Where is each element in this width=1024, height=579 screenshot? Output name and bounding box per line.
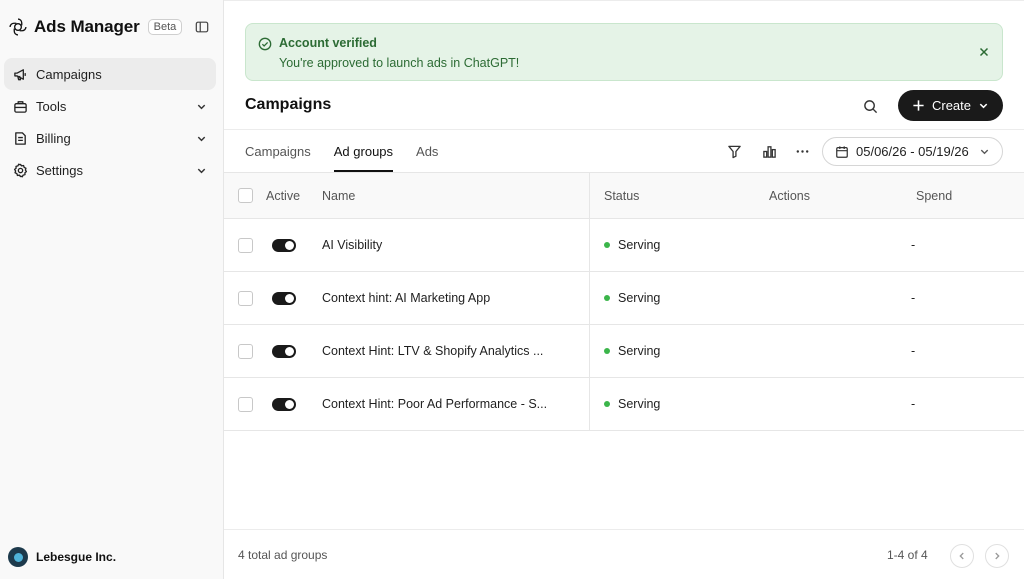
status-label: Serving bbox=[618, 344, 661, 358]
sidebar-item-billing[interactable]: Billing bbox=[4, 122, 216, 154]
status-dot bbox=[604, 348, 610, 354]
active-toggle[interactable] bbox=[272, 344, 296, 358]
banner-title: Account verified bbox=[279, 36, 377, 50]
row-name[interactable]: AI Visibility bbox=[322, 219, 382, 271]
brand: Ads Manager Beta bbox=[8, 14, 183, 40]
verification-banner: Account verified You're approved to laun… bbox=[245, 23, 1003, 81]
column-divider bbox=[589, 173, 590, 218]
row-name[interactable]: Context Hint: LTV & Shopify Analytics ..… bbox=[322, 325, 543, 377]
org-avatar bbox=[8, 547, 28, 567]
status-dot bbox=[604, 295, 610, 301]
active-toggle[interactable] bbox=[272, 397, 296, 411]
select-all-checkbox[interactable] bbox=[238, 188, 253, 203]
filter-icon[interactable] bbox=[725, 142, 743, 160]
plus-icon bbox=[912, 99, 926, 113]
beta-badge: Beta bbox=[147, 19, 183, 35]
status-label: Serving bbox=[618, 397, 661, 411]
table-row[interactable]: Context Hint: LTV & Shopify Analytics ..… bbox=[224, 325, 1024, 378]
chevron-left-icon[interactable] bbox=[950, 544, 974, 568]
active-toggle[interactable] bbox=[272, 238, 296, 252]
column-divider bbox=[589, 325, 590, 377]
column-header-spend[interactable]: Spend bbox=[916, 173, 952, 218]
status-cell: Serving bbox=[604, 272, 660, 324]
sidebar: Ads Manager Beta Campaigns Tools Billing… bbox=[0, 0, 224, 579]
openai-logo-icon bbox=[8, 17, 28, 37]
table-header: Active Name Status Actions Spend bbox=[224, 172, 1024, 219]
tab-bar: Campaigns Ad groups Ads bbox=[245, 130, 461, 172]
page-title: Campaigns bbox=[245, 96, 332, 113]
tab-ads[interactable]: Ads bbox=[416, 130, 438, 172]
row-checkbox[interactable] bbox=[238, 237, 253, 253]
chevron-down-icon bbox=[194, 131, 208, 145]
chevron-down-icon bbox=[194, 163, 208, 177]
calendar-icon bbox=[835, 145, 849, 159]
chevron-down-icon bbox=[978, 146, 990, 158]
gear-icon bbox=[12, 162, 28, 178]
row-name[interactable]: Context hint: AI Marketing App bbox=[322, 272, 490, 324]
table-row[interactable]: Context hint: AI Marketing App Serving - bbox=[224, 272, 1024, 325]
ad-groups-table: Active Name Status Actions Spend AI Visi… bbox=[224, 172, 1024, 431]
tab-ad-groups[interactable]: Ad groups bbox=[333, 130, 394, 172]
toolbox-icon bbox=[12, 98, 28, 114]
megaphone-icon bbox=[12, 66, 28, 82]
close-icon[interactable] bbox=[976, 44, 992, 60]
sidebar-item-campaigns[interactable]: Campaigns bbox=[4, 58, 216, 90]
status-dot bbox=[604, 242, 610, 248]
receipt-icon bbox=[12, 130, 28, 146]
org-name: Lebesgue Inc. bbox=[36, 550, 117, 564]
sidebar-nav: Campaigns Tools Billing Settings bbox=[4, 58, 216, 186]
divider bbox=[224, 529, 1024, 530]
active-toggle[interactable] bbox=[272, 291, 296, 305]
sidebar-item-label: Billing bbox=[36, 130, 71, 146]
bar-chart-icon[interactable] bbox=[760, 142, 778, 160]
table-row[interactable]: Context Hint: Poor Ad Performance - S...… bbox=[224, 378, 1024, 431]
status-dot bbox=[604, 401, 610, 407]
tab-campaigns[interactable]: Campaigns bbox=[245, 130, 311, 172]
total-count: 4 total ad groups bbox=[238, 548, 328, 562]
sidebar-item-label: Tools bbox=[36, 98, 67, 114]
search-icon[interactable] bbox=[860, 96, 880, 116]
chevron-down-icon bbox=[194, 99, 208, 113]
column-header-active: Active bbox=[266, 188, 301, 203]
chevron-down-icon bbox=[977, 100, 989, 112]
column-header-status[interactable]: Status bbox=[604, 173, 639, 218]
create-button[interactable]: Create bbox=[898, 90, 1003, 121]
row-name[interactable]: Context Hint: Poor Ad Performance - S... bbox=[322, 378, 547, 430]
column-divider bbox=[589, 378, 590, 430]
status-cell: Serving bbox=[604, 219, 660, 271]
org-switcher[interactable]: Lebesgue Inc. bbox=[8, 547, 116, 567]
divider bbox=[224, 0, 1024, 1]
spend-value: - bbox=[911, 238, 916, 252]
row-checkbox[interactable] bbox=[238, 396, 253, 412]
spend-value: - bbox=[911, 397, 916, 411]
sidebar-item-label: Campaigns bbox=[36, 66, 102, 82]
sidebar-item-settings[interactable]: Settings bbox=[4, 154, 216, 186]
more-icon[interactable] bbox=[793, 142, 811, 160]
app-title: Ads Manager bbox=[34, 17, 140, 36]
main-content: Account verified You're approved to laun… bbox=[224, 0, 1024, 579]
table-row[interactable]: AI Visibility Serving - bbox=[224, 219, 1024, 272]
chevron-right-icon[interactable] bbox=[985, 544, 1009, 568]
sidebar-item-tools[interactable]: Tools bbox=[4, 90, 216, 122]
row-checkbox[interactable] bbox=[238, 343, 253, 359]
column-header-name[interactable]: Name bbox=[322, 173, 355, 218]
status-cell: Serving bbox=[604, 378, 660, 430]
date-range-label: 05/06/26 - 05/19/26 bbox=[856, 144, 969, 159]
status-label: Serving bbox=[618, 291, 661, 305]
sidebar-toggle-icon[interactable] bbox=[194, 19, 210, 35]
pagination-range: 1-4 of 4 bbox=[887, 548, 928, 562]
column-divider bbox=[589, 272, 590, 324]
row-checkbox[interactable] bbox=[238, 290, 253, 306]
sidebar-item-label: Settings bbox=[36, 162, 83, 178]
status-cell: Serving bbox=[604, 325, 660, 377]
check-circle-icon bbox=[258, 37, 272, 51]
banner-message: You're approved to launch ads in ChatGPT… bbox=[279, 56, 520, 70]
create-label: Create bbox=[931, 98, 972, 113]
column-divider bbox=[589, 219, 590, 271]
column-header-actions: Actions bbox=[769, 188, 810, 203]
status-label: Serving bbox=[618, 238, 661, 252]
spend-value: - bbox=[911, 344, 916, 358]
date-range-picker[interactable]: 05/06/26 - 05/19/26 bbox=[822, 137, 1003, 166]
spend-value: - bbox=[911, 291, 916, 305]
